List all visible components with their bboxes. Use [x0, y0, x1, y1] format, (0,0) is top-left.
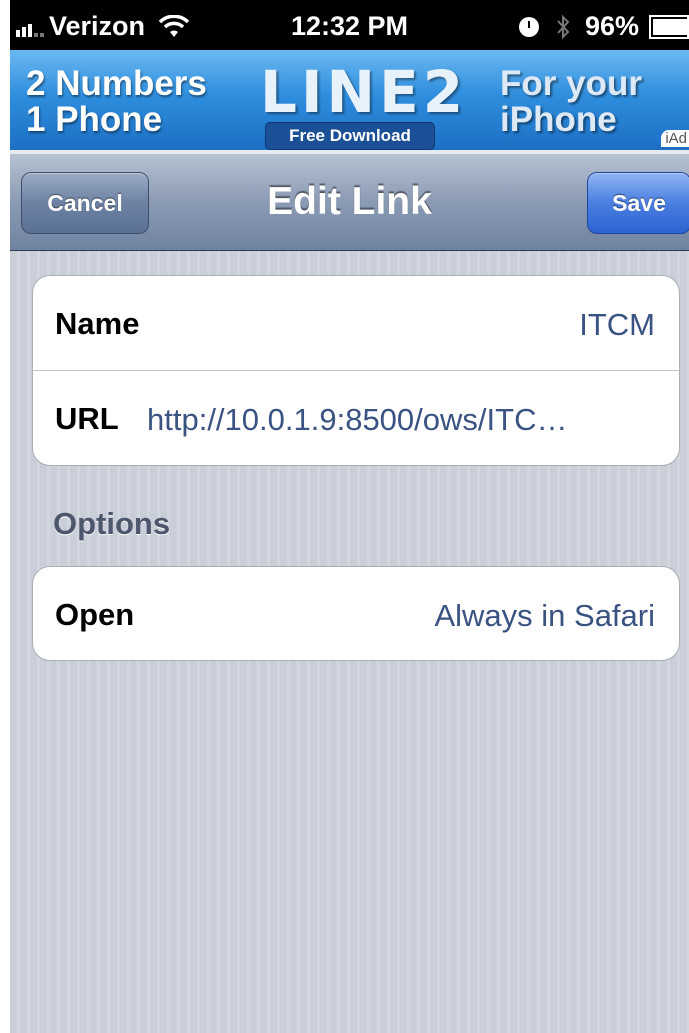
- url-label: URL: [55, 401, 119, 436]
- status-bar: Verizon 12:32 PM 96%: [10, 0, 689, 50]
- ad-platform-line2: iPhone: [500, 100, 617, 139]
- name-value: ITCM: [579, 307, 655, 342]
- battery-percent: 96%: [584, 11, 639, 41]
- options-section-header: Options: [53, 506, 171, 541]
- bluetooth-icon: [557, 14, 570, 39]
- open-label: Open: [55, 597, 135, 632]
- screen: Verizon 12:32 PM 96% 2 Numbers 1 Phone L…: [10, 0, 689, 1033]
- ad-tagline-line1: 2 Numbers: [26, 64, 207, 103]
- name-label: Name: [55, 306, 140, 341]
- ad-platform-text: For your iPhone: [500, 66, 642, 138]
- ad-tagline: 2 Numbers 1 Phone: [26, 66, 207, 138]
- options-group: Open Always in Safari: [32, 566, 680, 661]
- battery-icon: [649, 14, 689, 39]
- ad-download-button[interactable]: Free Download: [265, 122, 435, 150]
- ad-banner[interactable]: 2 Numbers 1 Phone LINE2 Free Download Fo…: [10, 50, 689, 154]
- url-row[interactable]: URL http://10.0.1.9:8500/ows/ITC…: [33, 370, 679, 465]
- url-value: http://10.0.1.9:8500/ows/ITC…: [147, 402, 568, 437]
- ad-platform-line1: For your: [500, 64, 642, 103]
- save-button[interactable]: Save: [587, 172, 689, 234]
- open-row[interactable]: Open Always in Safari: [33, 567, 679, 660]
- name-row[interactable]: Name ITCM: [33, 276, 679, 370]
- navigation-bar: Cancel Edit Link Save: [10, 154, 689, 251]
- alarm-clock-icon: [518, 16, 539, 37]
- ad-tagline-line2: 1 Phone: [26, 100, 163, 139]
- open-value: Always in Safari: [434, 598, 655, 633]
- ad-logo: LINE2: [260, 58, 468, 126]
- link-settings-group: Name ITCM URL http://10.0.1.9:8500/ows/I…: [32, 275, 680, 466]
- iad-badge: iAd: [661, 130, 689, 147]
- status-right: 96%: [518, 11, 689, 42]
